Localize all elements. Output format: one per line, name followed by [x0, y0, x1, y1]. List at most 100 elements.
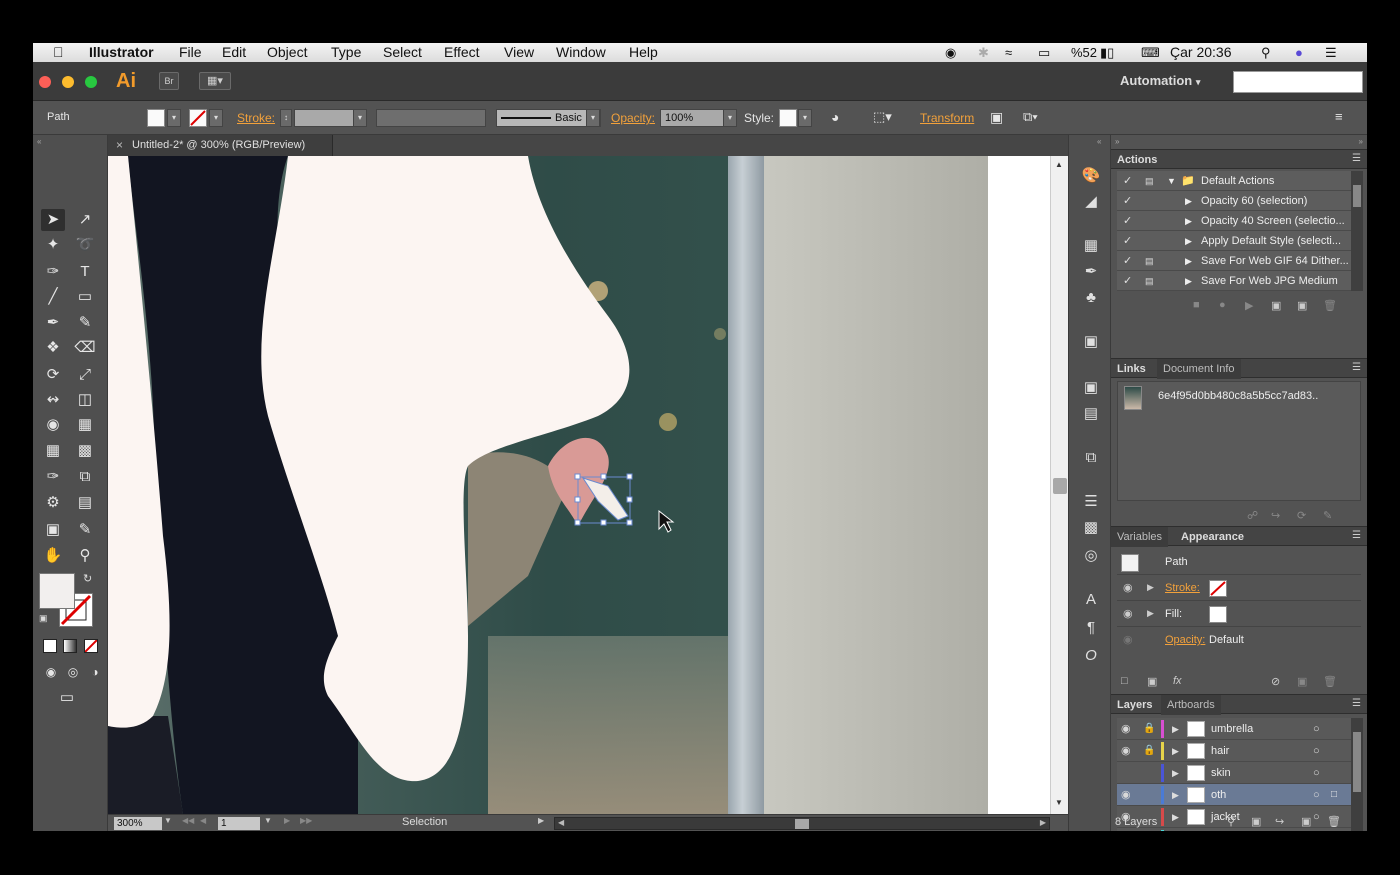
vertical-scrollbar[interactable]: ▲ ▼ [1050, 156, 1068, 814]
menu-view[interactable]: View [504, 43, 534, 62]
tab-links[interactable]: Links [1111, 359, 1152, 379]
transparency-panel-icon[interactable]: ◎ [1079, 545, 1103, 567]
zoom-window-button[interactable] [85, 76, 97, 88]
align-to-selection-icon[interactable]: ⬚▾ [873, 109, 892, 125]
lock-icon[interactable]: 🔒 [1143, 740, 1155, 762]
symbols-panel-icon[interactable]: ♣ [1079, 287, 1103, 309]
disclosure-open-icon[interactable]: ▼ [1167, 171, 1176, 190]
search-input[interactable] [1233, 71, 1363, 93]
tab-document-info[interactable]: Document Info [1157, 359, 1241, 379]
fill-color-swatch-front[interactable] [39, 573, 75, 609]
selection-indicator-icon[interactable]: □ [1331, 784, 1337, 806]
record-icon[interactable]: ◉ [945, 43, 956, 62]
shape-builder-tool-icon[interactable]: ◉ [41, 414, 65, 436]
hand-tool-icon[interactable]: ✋ [41, 545, 65, 567]
disclosure-closed-icon[interactable]: ▶ [1172, 718, 1179, 740]
stroke-swatch[interactable] [189, 109, 207, 127]
variable-width-profile[interactable] [376, 109, 486, 127]
stroke-attribute-swatch[interactable] [1209, 580, 1227, 597]
layer-row-oth[interactable]: ◉ ▶ oth ○ □ [1117, 784, 1351, 806]
visibility-eye-icon[interactable]: ◉ [1121, 740, 1131, 762]
horizontal-scrollbar[interactable]: ◀ ▶ [554, 817, 1050, 830]
workspace-switcher[interactable]: Automation ▾ [1120, 73, 1200, 88]
make-clipping-mask-icon[interactable]: ▣ [1251, 815, 1261, 828]
artboard-tool-icon[interactable]: ▣ [41, 519, 65, 541]
opacity-label[interactable]: Opacity: [611, 111, 655, 125]
locate-object-icon[interactable]: ⚲ [1227, 815, 1235, 828]
menu-help[interactable]: Help [629, 43, 658, 62]
action-row[interactable]: ✓ ▶ Opacity 60 (selection) [1117, 191, 1351, 211]
none-mode-icon[interactable] [84, 639, 98, 653]
stroke-attribute-row[interactable]: ◉ ▶ Stroke: [1117, 577, 1361, 601]
paintbrush-tool-icon[interactable]: ✒ [41, 312, 65, 334]
tab-artboards[interactable]: Artboards [1161, 695, 1221, 715]
disclosure-closed-icon[interactable]: ▶ [1147, 582, 1154, 593]
free-transform-tool-icon[interactable]: ◫ [73, 389, 97, 411]
clear-appearance-icon[interactable]: ⊘ [1271, 675, 1280, 688]
bounding-box-handle[interactable] [574, 519, 581, 526]
relink-cc-icon[interactable]: ☍ [1247, 509, 1258, 522]
check-icon[interactable]: ✓ [1123, 191, 1137, 210]
status-text[interactable]: Selection [402, 816, 447, 828]
arrange-documents-icon[interactable]: ▦▾ [199, 72, 231, 90]
stroke-label[interactable]: Stroke: [237, 111, 275, 125]
bounding-box-handle[interactable] [626, 519, 633, 526]
shaper-tool-icon[interactable]: ❖ [41, 337, 65, 359]
color-guide-panel-icon[interactable]: ◢ [1079, 191, 1103, 213]
delete-item-icon[interactable]: 🗑 [1323, 675, 1337, 688]
action-row[interactable]: ✓ ▶ Apply Default Style (selecti... [1117, 231, 1351, 251]
lock-icon[interactable]: 🔒 [1143, 718, 1155, 740]
collapse-panels-right-icon[interactable]: » [1359, 137, 1363, 146]
opacity-attribute-label[interactable]: Opacity: [1165, 634, 1205, 646]
fill-attribute-row[interactable]: ◉ ▶ Fill: [1117, 603, 1361, 627]
airplay-icon[interactable]: ▭ [1038, 43, 1050, 62]
artwork[interactable] [108, 156, 1050, 814]
menu-type[interactable]: Type [331, 43, 361, 62]
duplicate-item-icon[interactable]: ▣ [1297, 675, 1307, 688]
blend-tool-icon[interactable]: ⧉ [73, 466, 97, 488]
zoom-level-field[interactable]: 300% [114, 817, 162, 830]
notification-center-icon[interactable]: ☰ [1325, 43, 1337, 62]
stroke-weight-stepper[interactable]: ↕ [280, 109, 292, 127]
layer-target-icon[interactable]: ○ [1313, 784, 1320, 806]
paragraph-panel-icon[interactable]: ¶ [1079, 617, 1103, 639]
character-panel-icon[interactable]: A [1079, 589, 1103, 611]
collapse-panels-left-icon[interactable]: » [1115, 137, 1119, 146]
width-tool-icon[interactable]: ↭ [41, 389, 65, 411]
status-menu-icon[interactable]: ▶ [538, 816, 544, 825]
visibility-eye-icon[interactable]: ◉ [1121, 718, 1131, 740]
type-tool-icon[interactable]: T [73, 261, 97, 283]
brush-dropdown[interactable]: ▾ [586, 109, 600, 127]
bounding-box-handle[interactable] [574, 496, 581, 503]
minimize-window-button[interactable] [62, 76, 74, 88]
action-row[interactable]: ✓ ▶ Opacity 40 Screen (selectio... [1117, 211, 1351, 231]
scroll-right-arrow-icon[interactable]: ▶ [1040, 818, 1046, 827]
bounding-box-handle[interactable] [626, 496, 633, 503]
delete-layer-icon[interactable]: 🗑 [1327, 815, 1341, 828]
layer-name[interactable]: oth [1211, 784, 1226, 806]
close-tab-icon[interactable]: × [116, 135, 123, 156]
actions-scrollbar[interactable] [1351, 171, 1363, 291]
disclosure-closed-icon[interactable]: ▶ [1147, 608, 1154, 619]
perspective-grid-tool-icon[interactable]: ▦ [73, 414, 97, 436]
opacity-attribute-row[interactable]: ◉ Opacity: Default [1117, 629, 1361, 653]
tab-variables[interactable]: Variables [1111, 527, 1169, 547]
check-icon[interactable]: ✓ [1123, 171, 1137, 190]
edit-original-icon[interactable]: ✎ [1323, 509, 1332, 522]
first-artboard-icon[interactable]: ◀◀ [182, 816, 194, 825]
disclosure-closed-icon[interactable]: ▶ [1185, 211, 1192, 230]
style-dropdown[interactable]: ▾ [798, 109, 812, 127]
opentype-panel-icon[interactable]: O [1079, 645, 1103, 667]
disclosure-closed-icon[interactable]: ▶ [1172, 740, 1179, 762]
line-segment-tool-icon[interactable]: ╱ [41, 286, 65, 308]
layer-target-icon[interactable]: ○ [1313, 740, 1320, 762]
links-panel-menu-icon[interactable]: ☰ [1352, 362, 1361, 373]
draw-normal-icon[interactable]: ◉ [39, 661, 63, 683]
stroke-weight-input[interactable] [294, 109, 354, 127]
tab-appearance[interactable]: Appearance [1175, 527, 1250, 547]
eyedropper-tool-icon[interactable]: ✑ [41, 466, 65, 488]
select-similar-icon[interactable]: ⧉▾ [1023, 109, 1038, 125]
action-row[interactable]: ✓ ▤ ▶ Save For Web GIF 64 Dither... [1117, 251, 1351, 271]
record-icon[interactable]: ● [1219, 299, 1226, 311]
check-icon[interactable]: ✓ [1123, 231, 1137, 250]
